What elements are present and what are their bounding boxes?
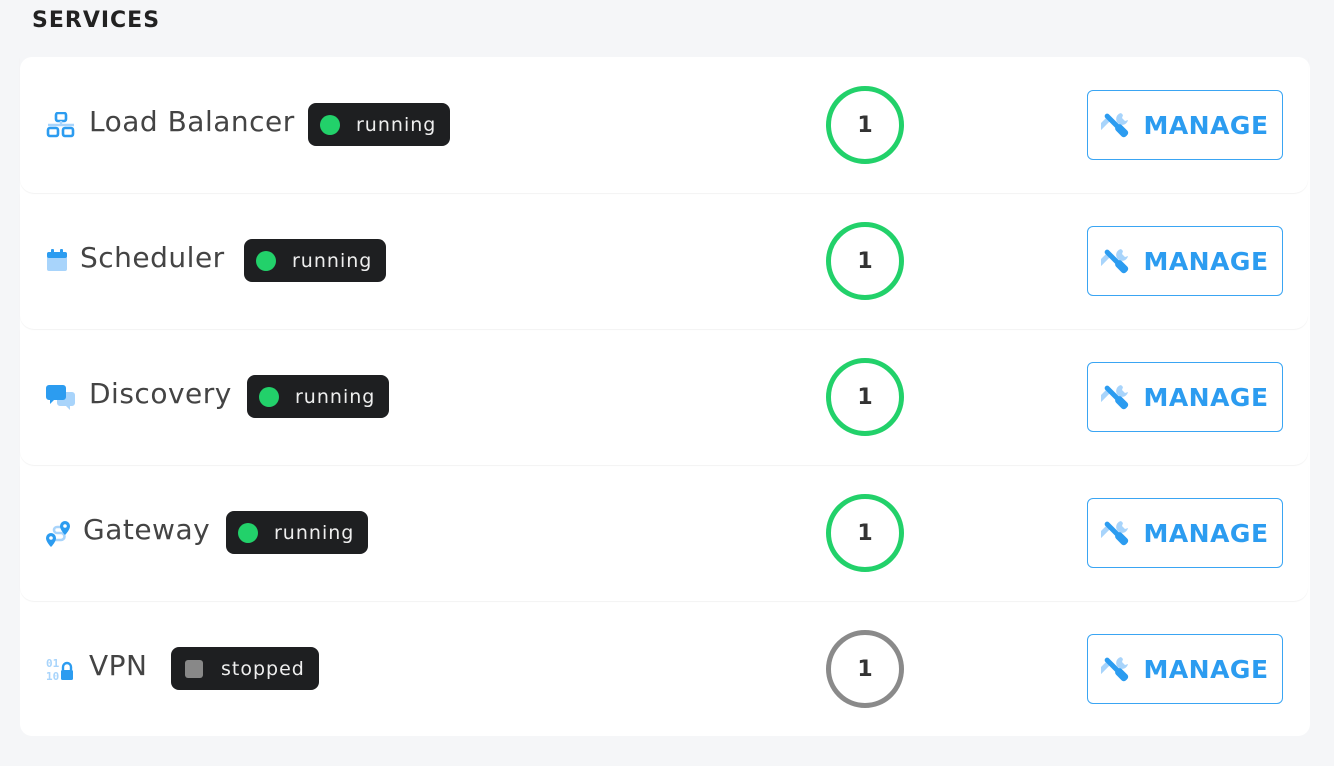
tools-icon — [1101, 518, 1131, 548]
tools-icon — [1101, 654, 1131, 684]
status-text: running — [292, 249, 373, 272]
service-name: Load Balancer — [89, 105, 295, 138]
tools-icon — [1101, 246, 1131, 276]
section-title: SERVICES — [32, 8, 161, 33]
tools-icon — [1101, 110, 1131, 140]
instance-count: 1 — [826, 86, 904, 164]
status-text: running — [274, 521, 355, 544]
service-row-gateway: Gateway running 1 MANAGE — [20, 465, 1308, 601]
service-row-vpn: 01 10 VPN stopped 1 MANAGE — [20, 601, 1308, 737]
network-icon — [46, 112, 76, 138]
service-name: Discovery — [89, 377, 232, 410]
service-row-scheduler: Scheduler running 1 MANAGE — [20, 193, 1308, 329]
instance-count: 1 — [826, 494, 904, 572]
manage-label: MANAGE — [1143, 382, 1269, 412]
status-running-icon — [256, 250, 276, 271]
service-name: Scheduler — [80, 241, 225, 274]
tools-icon — [1101, 382, 1131, 412]
status-running-icon — [238, 522, 258, 543]
svg-text:10: 10 — [46, 670, 59, 682]
service-row-load-balancer: Load Balancer running 1 MANAGE — [20, 57, 1308, 193]
manage-button[interactable]: MANAGE — [1087, 362, 1283, 432]
manage-label: MANAGE — [1143, 110, 1269, 140]
status-badge: running — [244, 239, 387, 282]
status-stopped-icon — [185, 659, 203, 678]
service-name: Gateway — [83, 513, 211, 546]
status-running-icon — [320, 114, 340, 135]
svg-text:01: 01 — [46, 657, 60, 670]
services-panel: Load Balancer running 1 MANAGE Scheduler… — [20, 57, 1310, 736]
status-text: running — [356, 113, 437, 136]
status-badge: stopped — [171, 647, 319, 690]
instance-count: 1 — [826, 358, 904, 436]
service-row-discovery: Discovery running 1 MANAGE — [20, 329, 1308, 465]
manage-label: MANAGE — [1143, 246, 1269, 276]
status-text: running — [295, 385, 376, 408]
manage-button[interactable]: MANAGE — [1087, 90, 1283, 160]
calendar-icon — [46, 248, 76, 274]
status-text: stopped — [221, 657, 305, 680]
manage-button[interactable]: MANAGE — [1087, 226, 1283, 296]
manage-button[interactable]: MANAGE — [1087, 634, 1283, 704]
service-name: VPN — [89, 649, 148, 682]
status-badge: running — [247, 375, 390, 418]
route-icon — [45, 520, 75, 547]
status-badge: running — [308, 103, 451, 146]
status-badge: running — [226, 511, 369, 554]
instance-count: 1 — [826, 222, 904, 300]
manage-label: MANAGE — [1143, 518, 1269, 548]
binary-lock-icon: 01 10 — [46, 656, 76, 682]
chat-bubbles-icon — [46, 384, 76, 410]
status-running-icon — [259, 386, 279, 407]
manage-button[interactable]: MANAGE — [1087, 498, 1283, 568]
instance-count: 1 — [826, 630, 904, 708]
manage-label: MANAGE — [1143, 654, 1269, 684]
